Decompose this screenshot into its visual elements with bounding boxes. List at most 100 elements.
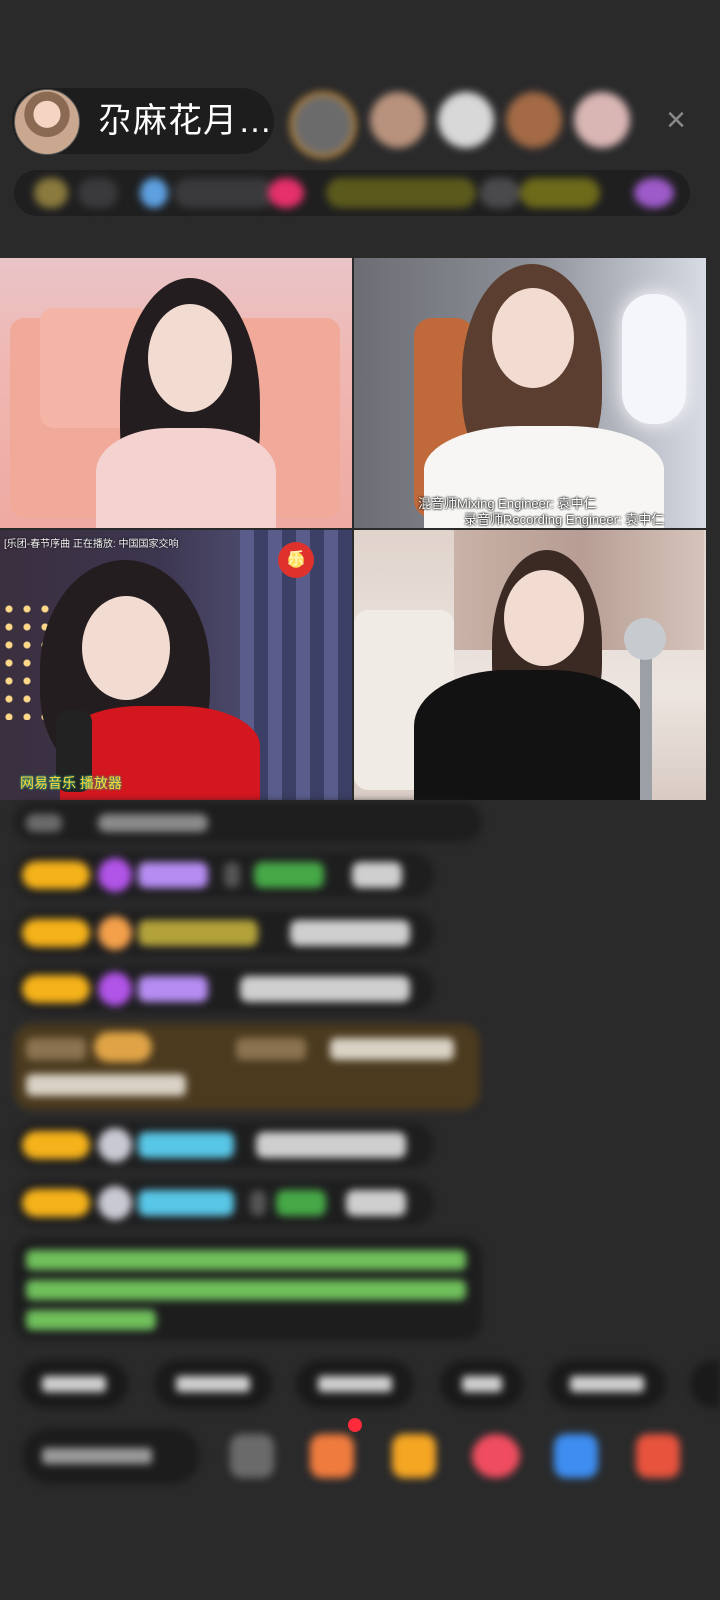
chat-text <box>254 862 324 888</box>
lamp <box>622 294 686 424</box>
heart-icon <box>98 916 132 950</box>
viewer-avatar[interactable] <box>290 92 356 158</box>
system-notice <box>14 1238 482 1340</box>
chat-text <box>250 1190 266 1216</box>
streamer-face <box>504 570 584 666</box>
mixing-engineer-caption: 混音师Mixing Engineer: 袁中仁 <box>418 496 597 511</box>
quick-reply-chip[interactable] <box>154 1360 272 1408</box>
chat-message[interactable] <box>14 802 482 842</box>
tag <box>634 178 674 208</box>
notice-line <box>26 1250 466 1270</box>
streamer-top <box>96 428 276 528</box>
chat-input-placeholder <box>42 1448 152 1464</box>
chat-username <box>236 1038 306 1060</box>
music-badge-icon: 乐 <box>278 542 314 578</box>
level-badge <box>22 1131 90 1159</box>
chat-username <box>138 1132 234 1158</box>
chip-text <box>318 1376 392 1392</box>
chip-text <box>570 1376 644 1392</box>
level-badge <box>22 919 90 947</box>
chat-text <box>346 1190 406 1216</box>
chat-username <box>138 862 208 888</box>
music-player-logo: 网易音乐 播放器 <box>20 775 122 791</box>
video-seat-2[interactable]: 混音师Mixing Engineer: 袁中仁 录音师Recording Eng… <box>354 258 706 528</box>
room-tag-strip[interactable] <box>14 170 690 216</box>
chip-text <box>176 1376 250 1392</box>
streamer-face <box>492 288 574 388</box>
notice-line <box>26 1280 466 1300</box>
game-icon[interactable] <box>554 1434 598 1478</box>
chat-message-highlight[interactable] <box>14 1024 480 1110</box>
video-seat-1[interactable] <box>0 258 352 528</box>
notice-line <box>26 1310 156 1330</box>
tag <box>34 178 68 208</box>
heart-icon[interactable] <box>472 1434 520 1478</box>
viewer-avatar[interactable] <box>438 92 494 148</box>
chat-text <box>224 862 240 888</box>
level-badge <box>22 975 90 1003</box>
chat-text <box>26 1074 186 1096</box>
video-seat-3[interactable]: [乐团-春节序曲 正在播放: 中国国家交响 乐 网易音乐 播放器 <box>0 530 352 800</box>
chat-username <box>138 1190 234 1216</box>
tag <box>174 178 274 208</box>
emoji-icon[interactable] <box>230 1434 274 1478</box>
gem-icon <box>98 972 132 1006</box>
quick-reply-chip[interactable] <box>296 1360 414 1408</box>
now-playing-overlay: [乐团-春节序曲 正在播放: 中国国家交响 <box>4 539 179 550</box>
quick-reply-chip[interactable] <box>690 1360 720 1408</box>
gift-icon[interactable] <box>636 1434 680 1478</box>
tag <box>480 178 520 208</box>
level-badge <box>94 1032 152 1062</box>
level-badge <box>22 861 90 889</box>
close-icon[interactable]: × <box>660 103 692 137</box>
recording-engineer-caption: 录音师Recording Engineer: 袁中仁 <box>464 512 665 527</box>
chat-text <box>330 1038 454 1060</box>
microphone <box>624 618 666 660</box>
chat-text <box>98 814 208 832</box>
tag <box>268 178 304 208</box>
emoji-icon <box>98 1186 132 1220</box>
chat-message[interactable] <box>14 1122 434 1168</box>
viewer-avatar[interactable] <box>370 92 426 148</box>
chat-message[interactable] <box>14 852 434 898</box>
streamer-face <box>148 304 232 412</box>
chat-username <box>138 920 258 946</box>
tag <box>140 178 168 208</box>
chip-text <box>462 1376 502 1392</box>
chat-text <box>290 920 410 946</box>
chat-text <box>240 976 410 1002</box>
host-name: 尕麻花月… <box>98 102 273 140</box>
chat-text <box>26 1038 86 1060</box>
tag <box>326 178 476 208</box>
host-avatar[interactable] <box>14 89 80 155</box>
quick-reply-chip[interactable] <box>548 1360 666 1408</box>
viewer-avatars[interactable] <box>290 90 650 158</box>
tag <box>78 178 118 208</box>
gift-icon[interactable] <box>310 1434 354 1478</box>
quick-reply-chip[interactable] <box>20 1360 128 1408</box>
chat-text <box>276 1190 326 1216</box>
emoji-icon <box>98 1128 132 1162</box>
gift-icon[interactable] <box>392 1434 436 1478</box>
chip-text <box>42 1376 106 1392</box>
chat-message[interactable] <box>14 1180 434 1226</box>
quick-reply-chip[interactable] <box>440 1360 524 1408</box>
streamer-face <box>82 596 170 700</box>
viewer-avatar[interactable] <box>574 92 630 148</box>
viewer-avatar[interactable] <box>506 92 562 148</box>
chat-text <box>256 1132 406 1158</box>
video-seat-4[interactable] <box>354 530 706 800</box>
chat-text <box>352 862 402 888</box>
tag <box>520 178 600 208</box>
chat-username <box>138 976 208 1002</box>
video-grid: 混音师Mixing Engineer: 袁中仁 录音师Recording Eng… <box>0 258 706 800</box>
chat-text <box>26 814 62 832</box>
chat-message[interactable] <box>14 910 434 956</box>
gem-icon <box>98 858 132 892</box>
level-badge <box>22 1189 90 1217</box>
chat-message[interactable] <box>14 966 434 1012</box>
chat-input[interactable] <box>22 1428 200 1484</box>
host-info[interactable]: 尕麻花月… <box>12 88 274 155</box>
notification-dot <box>348 1418 362 1432</box>
streamer-top <box>414 670 644 800</box>
